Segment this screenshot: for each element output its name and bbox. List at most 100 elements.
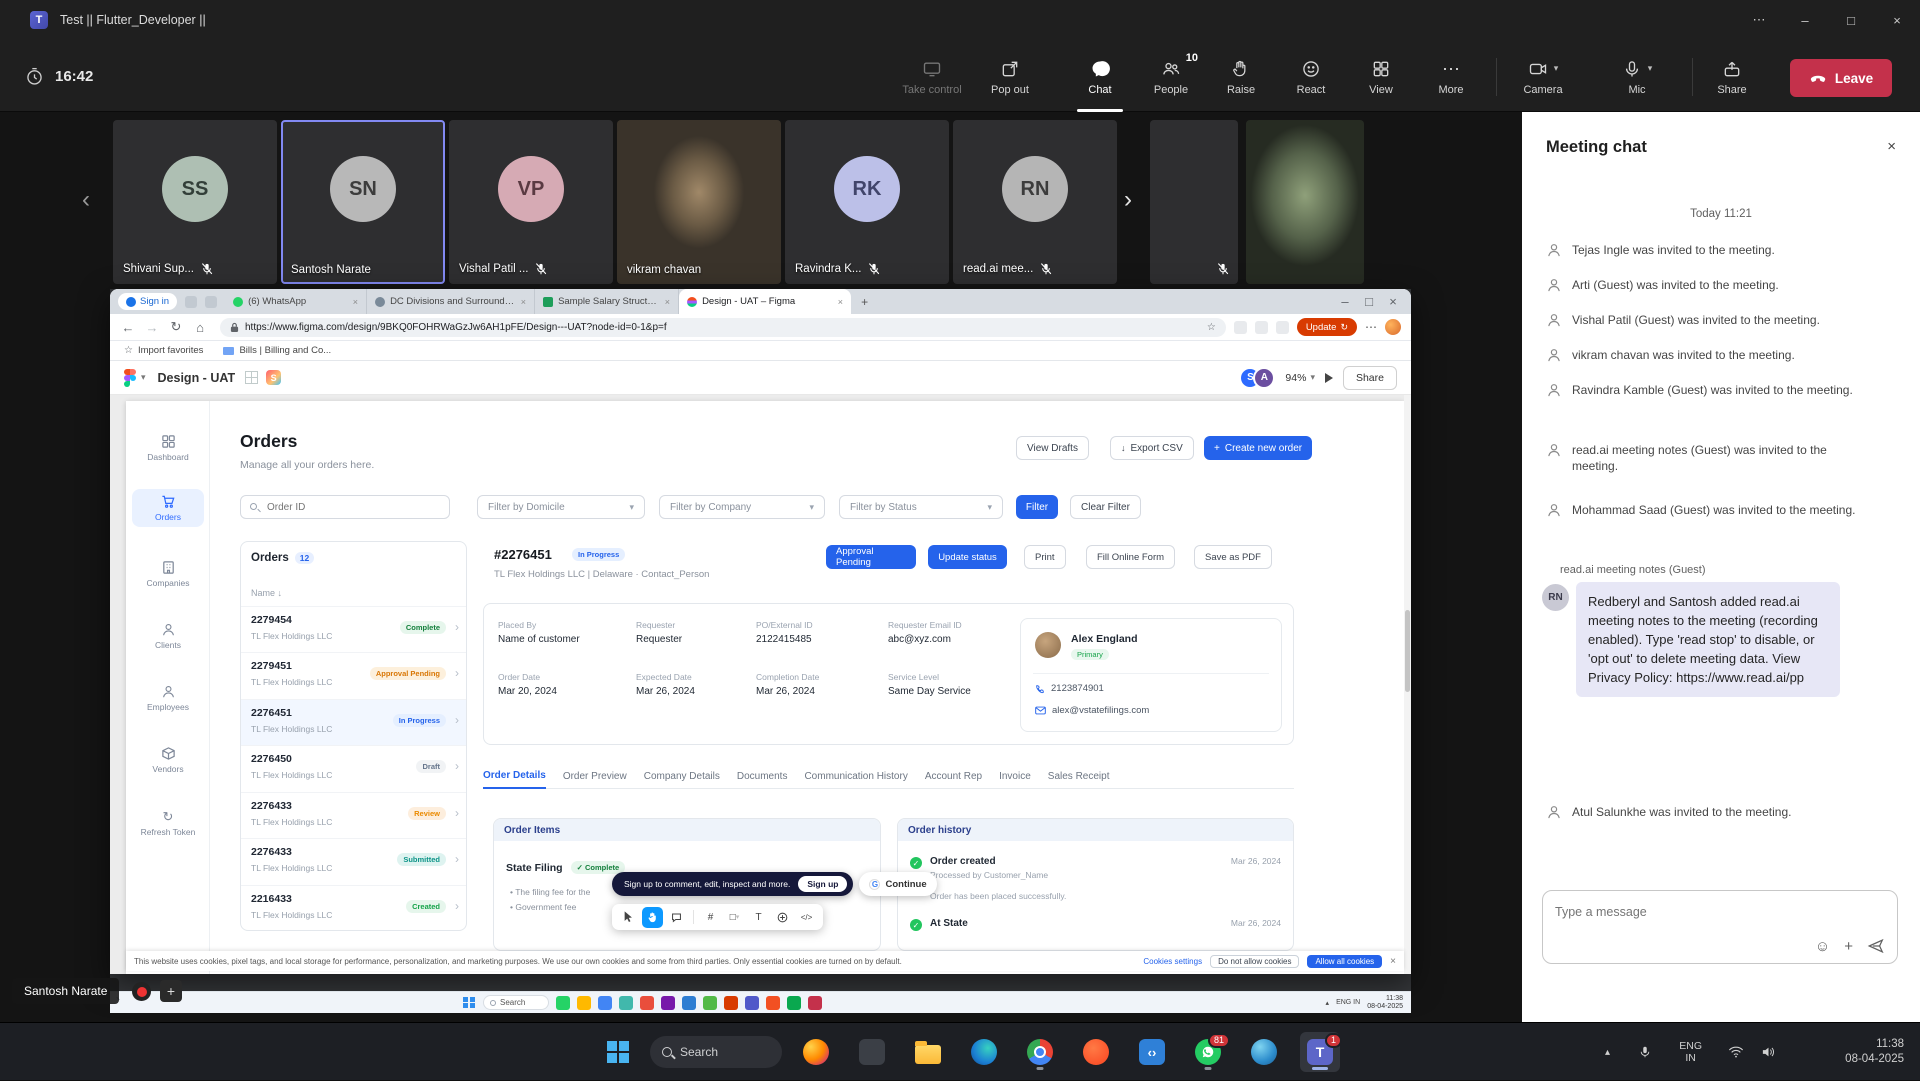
bookmark-item[interactable]: Bills | Billing and Co... [223,345,331,356]
google-continue-button[interactable]: G Continue [859,872,936,896]
browser-tab[interactable]: DC Divisions and Surroundings× [367,289,535,314]
tab-search-icon[interactable] [205,296,217,308]
update-status-button[interactable]: Update status [928,545,1007,569]
whatsapp-icon[interactable]: 81 [1188,1032,1228,1072]
react-button[interactable]: React [1276,50,1346,104]
tab-close-icon[interactable]: × [838,297,843,307]
video-tile[interactable]: VP Vishal Patil ... [449,120,613,284]
table-row[interactable]: 2279454TL Flex Holdings LLC Complete › [241,606,466,652]
take-control-button[interactable]: Take control [897,50,967,104]
tab-order-details[interactable]: Order Details [483,763,546,789]
view-drafts-button[interactable]: View Drafts [1016,436,1089,460]
file-explorer-icon[interactable] [908,1032,948,1072]
start-button[interactable] [598,1032,638,1072]
text-tool-icon[interactable]: T [748,907,769,928]
app-icon[interactable] [766,996,780,1010]
deny-cookies-button[interactable]: Do not allow cookies [1210,955,1299,968]
start-icon[interactable] [463,997,475,1009]
view-button[interactable]: View [1346,50,1416,104]
comment-tool-icon[interactable] [666,907,687,928]
browser-profile-icon[interactable] [1244,1032,1284,1072]
chat-button[interactable]: Chat [1065,50,1135,104]
tab-order-preview[interactable]: Order Preview [563,763,627,789]
language-indicator[interactable]: ENGIN [1679,1023,1702,1081]
mic-button[interactable]: ▾ Mic [1602,50,1672,104]
shared-clock[interactable]: 11:38 08-04-2025 [1367,995,1403,1011]
video-tile[interactable]: RK Ravindra K... [785,120,949,284]
browser-update-button[interactable]: Update↻ [1297,318,1357,336]
tab-invoice[interactable]: Invoice [999,763,1031,789]
chat-input-box[interactable]: ☺ + [1542,890,1898,964]
app-icon[interactable] [640,996,654,1010]
tab-communication-history[interactable]: Communication History [804,763,907,789]
brave-icon[interactable] [1076,1032,1116,1072]
signup-button[interactable]: Sign up [798,876,847,892]
browser-settings-icon[interactable]: ⋯ [1365,320,1377,334]
app-icon[interactable] [787,996,801,1010]
address-bar[interactable]: https://www.figma.com/design/9BKQ0FOHRWa… [220,318,1226,337]
app-icon[interactable] [745,996,759,1010]
table-row[interactable]: 2276450TL Flex Holdings LLC Draft › [241,745,466,791]
table-row[interactable]: 2279451TL Flex Holdings LLC Approval Pen… [241,652,466,698]
app-icon[interactable] [556,996,570,1010]
print-button[interactable]: Print [1024,545,1066,569]
shape-tool-icon[interactable]: □▾ [724,907,745,928]
figma-doc-title[interactable]: Design - UAT [158,371,236,385]
vscode-icon[interactable]: ‹› [1132,1032,1172,1072]
raise-button[interactable]: Raise [1206,50,1276,104]
forward-icon[interactable]: → [140,320,164,335]
app-icon[interactable] [703,996,717,1010]
sidebar-item-vendors[interactable]: Vendors [132,741,204,779]
taskbar-search[interactable]: Search [650,1036,782,1068]
shared-language-indicator[interactable]: ENG IN [1336,999,1360,1006]
tab-sales-receipt[interactable]: Sales Receipt [1048,763,1110,789]
edge-icon[interactable] [964,1032,1004,1072]
filter-company-select[interactable]: Filter by Company▾ [659,495,825,519]
sidebar-item-refresh-token[interactable]: ↻ Refresh Token [132,805,204,842]
people-button[interactable]: 10 People [1136,50,1206,104]
browser-tab[interactable]: Sample Salary Structure with cal:× [535,289,679,314]
share-button[interactable]: Share [1700,50,1764,104]
present-icon[interactable] [1325,373,1333,383]
camera-button[interactable]: ▾ Camera [1505,50,1581,104]
table-row[interactable]: 2276433TL Flex Holdings LLC Review › [241,792,466,838]
browser-profile-avatar[interactable] [1385,319,1401,335]
more-button[interactable]: ⋯ More [1416,50,1486,104]
tab-documents[interactable]: Documents [737,763,788,789]
extensions-icon[interactable] [1276,321,1289,334]
workspaces-icon[interactable] [185,296,197,308]
tab-company-details[interactable]: Company Details [644,763,720,789]
chat-close-icon[interactable]: × [1887,138,1896,155]
cookie-close-icon[interactable]: × [1390,956,1396,967]
leave-button[interactable]: Leave [1790,59,1892,97]
sidebar-item-orders[interactable]: Orders [132,489,204,527]
app-icon[interactable] [852,1032,892,1072]
strip-scroll-left-icon[interactable]: ‹ [82,186,90,214]
video-tile[interactable] [1246,120,1364,284]
video-tile[interactable]: SN Santosh Narate [281,120,445,284]
close-button[interactable]: × [1874,0,1920,40]
add-overlay-button[interactable]: + [160,980,182,1002]
cursor-tool-icon[interactable] [618,907,639,928]
taskbar-clock[interactable]: 11:38 08-04-2025 [1845,1037,1904,1067]
hand-tool-icon[interactable] [642,907,663,928]
tray-mic-icon[interactable] [1638,1045,1652,1059]
browser-tab-active[interactable]: Design - UAT – Figma× [679,289,851,314]
tab-account-rep[interactable]: Account Rep [925,763,982,789]
zoom-control[interactable]: 94%▾ [1285,372,1315,384]
sidebar-item-clients[interactable]: Clients [132,617,204,655]
browser-tab[interactable]: (6) WhatsApp× [225,289,367,314]
frame-tool-icon[interactable]: # [700,907,721,928]
cookie-settings-link[interactable]: Cookies settings [1143,957,1202,966]
favorite-star-icon[interactable]: ☆ [1207,322,1216,333]
collaborator-avatar[interactable]: A [1253,367,1275,389]
favorites-icon[interactable] [1255,321,1268,334]
filter-domicile-select[interactable]: Filter by Domicile▾ [477,495,645,519]
pop-out-button[interactable]: Pop out [975,50,1045,104]
create-order-button[interactable]: +Create new order [1204,436,1312,460]
figma-pages-icon[interactable] [245,371,258,384]
resources-tool-icon[interactable] [772,907,793,928]
table-row-selected[interactable]: 2276451TL Flex Holdings LLC In Progress … [241,699,466,745]
app-icon[interactable] [619,996,633,1010]
filter-button[interactable]: Filter [1016,495,1058,519]
